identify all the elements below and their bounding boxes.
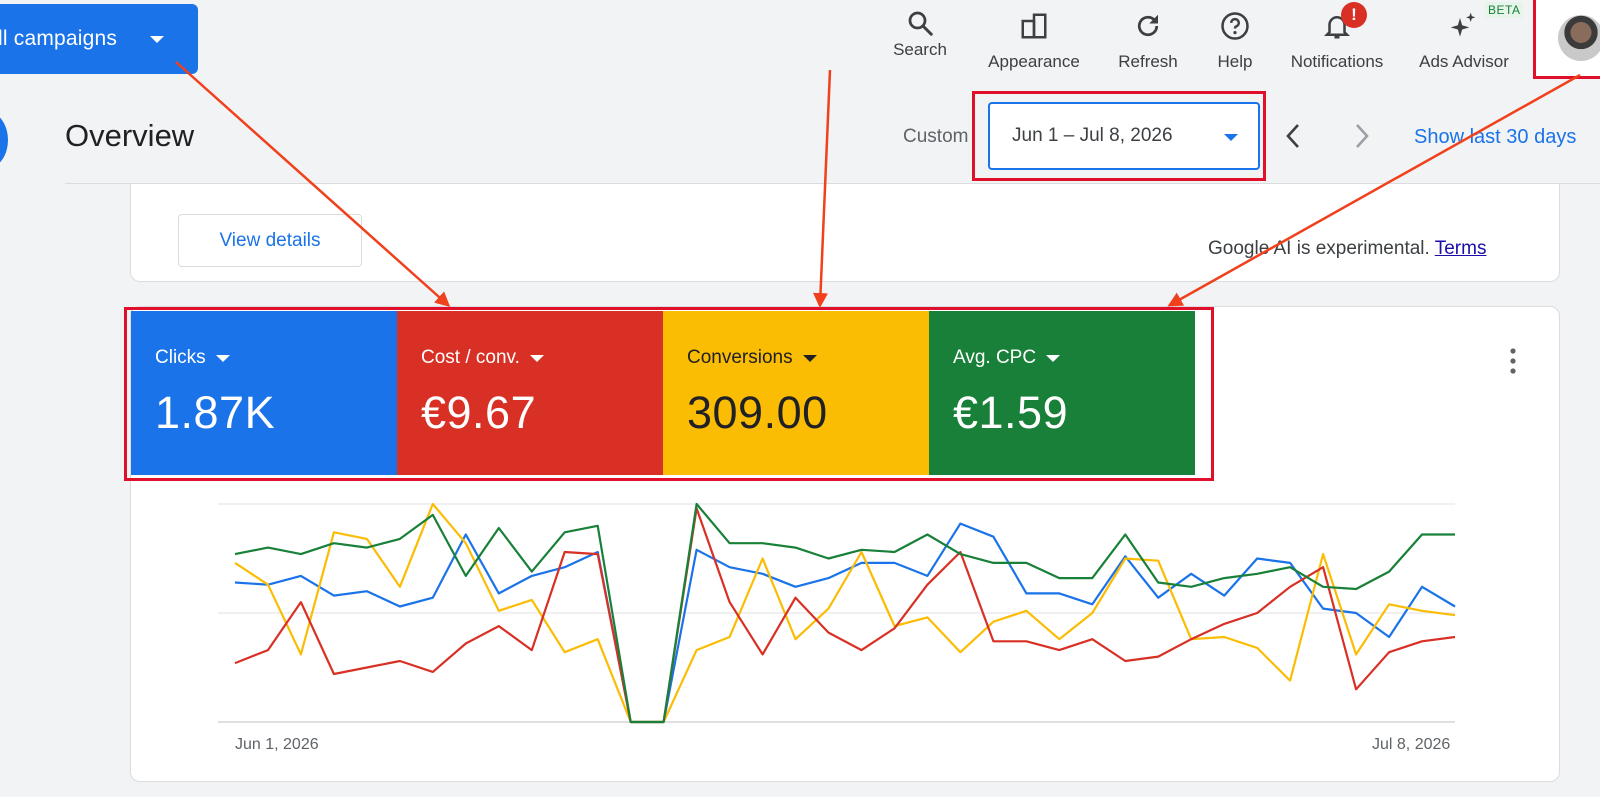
- show-last-30-days-link[interactable]: Show last 30 days: [1414, 126, 1576, 149]
- beta-badge: BETA: [1485, 2, 1524, 18]
- refresh-icon: [1108, 0, 1188, 52]
- x-axis-end-label: Jul 8, 2026: [1372, 736, 1451, 753]
- chevron-left-icon: [1286, 124, 1299, 148]
- x-axis-start-label: Jun 1, 2026: [235, 736, 319, 753]
- appearance-icon: [980, 0, 1088, 52]
- toolbar-label: Notifications: [1290, 52, 1384, 71]
- toolbar-label: Refresh: [1118, 52, 1178, 71]
- ai-note-text: Google AI is experimental.: [1208, 238, 1430, 259]
- toolbar-appearance[interactable]: Appearance: [980, 0, 1088, 80]
- toolbar-label: Appearance: [988, 52, 1080, 71]
- toolbar-ads-advisor[interactable]: BETA Ads Advisor: [1408, 0, 1524, 80]
- more-vert-icon[interactable]: [1506, 346, 1520, 376]
- toolbar-notifications[interactable]: ! Notifications: [1283, 0, 1391, 80]
- toolbar-label: Help: [1217, 52, 1253, 71]
- account-menu[interactable]: [1533, 0, 1600, 79]
- toolbar-refresh[interactable]: Refresh: [1108, 0, 1188, 80]
- chevron-right-icon: [1356, 124, 1369, 148]
- next-period-button[interactable]: [1347, 118, 1377, 154]
- help-icon: [1205, 0, 1265, 52]
- kpi-highlight: [124, 307, 1214, 481]
- chevron-down-icon: [150, 36, 164, 43]
- toolbar-search[interactable]: Search: [880, 0, 960, 80]
- date-range-picker[interactable]: Jun 1 – Jul 8, 2026: [988, 102, 1260, 170]
- performance-line-chart: [218, 502, 1456, 724]
- view-details-button[interactable]: View details: [178, 214, 362, 267]
- toolbar-help[interactable]: Help: [1205, 0, 1265, 80]
- range-type-label: Custom: [903, 126, 969, 147]
- campaign-selector[interactable]: ll campaigns: [0, 4, 198, 74]
- chevron-down-icon: [1224, 134, 1238, 141]
- avatar: [1558, 15, 1600, 61]
- toolbar-label: Ads Advisor: [1419, 52, 1509, 71]
- previous-period-button[interactable]: [1278, 118, 1308, 154]
- toolbar-label: Search: [893, 40, 947, 59]
- page-title: Overview: [65, 118, 195, 153]
- bell-icon: !: [1283, 0, 1391, 52]
- notification-alert-badge: !: [1341, 2, 1367, 28]
- sparkle-icon: BETA: [1408, 0, 1524, 52]
- terms-link[interactable]: Terms: [1435, 238, 1487, 259]
- campaign-selector-label: ll campaigns: [0, 27, 118, 50]
- ai-experimental-note: Google AI is experimental. Terms: [1208, 238, 1486, 260]
- sidebar-toggle[interactable]: [0, 112, 8, 168]
- date-range-value: Jun 1 – Jul 8, 2026: [1012, 125, 1173, 146]
